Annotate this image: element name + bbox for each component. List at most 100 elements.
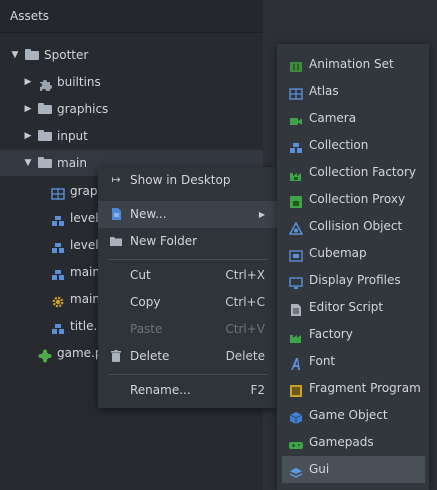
tree-item-label: input [57, 129, 88, 143]
collapse-arrow-icon[interactable]: ▼ [10, 42, 20, 68]
trash-icon [110, 350, 122, 362]
submenu-item-gui[interactable]: Gui [282, 456, 425, 483]
menu-item-label: Show in Desktop [130, 173, 231, 187]
tree-item-label: main [57, 156, 87, 170]
new-submenu: Animation Set Atlas Camera Collection Co… [277, 44, 429, 490]
gamepad-icon [289, 435, 303, 449]
shortcut-label: Ctrl+C [225, 295, 265, 309]
folder-icon [38, 129, 52, 143]
menu-item-label: Paste [130, 322, 163, 336]
submenu-item-display-profiles[interactable]: Display Profiles [282, 267, 425, 294]
submenu-item-camera[interactable]: Camera [282, 105, 425, 132]
tree-item-spotter[interactable]: ▼ Spotter [0, 42, 263, 68]
expand-arrow-icon[interactable]: ▶ [23, 69, 33, 95]
submenu-item-label: Animation Set [309, 57, 394, 71]
submenu-item-label: Display Profiles [309, 273, 401, 287]
submenu-item-fragment-program[interactable]: Fragment Program [282, 375, 425, 402]
assets-header: Assets [0, 0, 263, 33]
shortcut-label: Delete [225, 349, 265, 363]
tree-item-label: graphics [57, 102, 109, 116]
submenu-item-editor-script[interactable]: Editor Script [282, 294, 425, 321]
menu-item-copy[interactable]: Copy Ctrl+C [98, 289, 277, 316]
submenu-item-label: Fragment Program [309, 381, 421, 395]
puzzle-icon [38, 75, 52, 91]
menu-item-label: Rename... [130, 383, 191, 397]
submenu-item-label: Collision Object [309, 219, 403, 233]
folder-icon [38, 156, 52, 170]
folder-icon [110, 235, 122, 247]
open-external-icon: ↦ [111, 173, 121, 186]
menu-item-show-in-desktop[interactable]: ↦ Show in Desktop [98, 167, 277, 194]
gui-icon [289, 462, 303, 478]
menu-item-cut[interactable]: Cut Ctrl+X [98, 262, 277, 289]
collection-icon [51, 238, 65, 253]
tree-item-label: builtins [57, 75, 101, 89]
tree-item-label: game.p [57, 346, 103, 360]
collision-object-icon [288, 219, 304, 235]
context-menu: ↦ Show in Desktop New... ▶ New Folder Cu… [98, 167, 277, 408]
fragment-program-icon [289, 381, 303, 397]
cubemap-icon [289, 246, 303, 262]
menu-item-label: Copy [130, 295, 161, 309]
tree-item-builtins[interactable]: ▶ builtins [0, 69, 263, 95]
menu-separator [108, 374, 268, 375]
expand-arrow-icon[interactable]: ▶ [23, 123, 33, 149]
collection-factory-icon [289, 165, 303, 181]
folder-icon [38, 102, 52, 116]
submenu-item-cubemap[interactable]: Cubemap [282, 240, 425, 267]
submenu-item-label: Editor Script [309, 300, 384, 314]
collection-icon [289, 138, 303, 153]
tree-item-graphics[interactable]: ▶ graphics [0, 96, 263, 122]
submenu-item-label: Collection Proxy [309, 192, 406, 206]
submenu-item-label: Collection [309, 138, 369, 152]
submenu-item-gamepads[interactable]: Gamepads [282, 429, 425, 456]
game-object-icon [289, 408, 303, 424]
collection-icon [51, 265, 65, 280]
project-icon [38, 346, 52, 363]
submenu-item-label: Cubemap [309, 246, 367, 260]
shortcut-label: Ctrl+X [225, 268, 265, 282]
menu-item-label: New Folder [130, 234, 198, 248]
factory-icon [289, 327, 303, 343]
expand-arrow-icon[interactable]: ▶ [23, 96, 33, 122]
menu-item-label: Delete [130, 349, 170, 363]
submenu-item-atlas[interactable]: Atlas [282, 78, 425, 105]
menu-item-rename[interactable]: Rename... F2 [98, 377, 277, 404]
menu-item-delete[interactable]: Delete Delete [98, 343, 277, 370]
submenu-item-collection-proxy[interactable]: Collection Proxy [282, 186, 425, 213]
submenu-item-game-object[interactable]: Game Object [282, 402, 425, 429]
menu-item-new[interactable]: New... ▶ [98, 201, 277, 228]
menu-item-paste[interactable]: Paste Ctrl+V [98, 316, 277, 343]
collapse-arrow-icon[interactable]: ▼ [23, 150, 33, 176]
submenu-item-label: Collection Factory [309, 165, 417, 179]
animation-set-icon [289, 57, 303, 72]
submenu-item-label: Gamepads [309, 435, 374, 449]
editor-script-icon [289, 300, 303, 316]
atlas-icon [51, 184, 65, 200]
submenu-item-label: Game Object [309, 408, 388, 422]
submenu-item-collection[interactable]: Collection [282, 132, 425, 159]
submenu-item-label: Font [309, 354, 336, 368]
collection-icon [51, 319, 65, 334]
shortcut-label: F2 [250, 383, 265, 397]
submenu-item-label: Camera [309, 111, 357, 125]
submenu-item-label: Factory [309, 327, 353, 341]
panel-title: Assets [10, 9, 50, 23]
font-icon [289, 354, 303, 370]
tree-item-label: Spotter [44, 48, 89, 62]
submenu-item-collision-object[interactable]: Collision Object [282, 213, 425, 240]
submenu-item-label: Atlas [309, 84, 339, 98]
collection-icon [51, 211, 65, 226]
submenu-item-animation-set[interactable]: Animation Set [282, 51, 425, 78]
new-file-icon [110, 208, 122, 220]
gear-icon [51, 292, 65, 308]
submenu-item-label: Gui [309, 462, 330, 476]
atlas-icon [289, 84, 303, 100]
submenu-item-font[interactable]: Font [282, 348, 425, 375]
submenu-item-collection-factory[interactable]: Collection Factory [282, 159, 425, 186]
submenu-item-factory[interactable]: Factory [282, 321, 425, 348]
tree-item-input[interactable]: ▶ input [0, 123, 263, 149]
menu-separator [108, 259, 268, 260]
menu-item-new-folder[interactable]: New Folder [98, 228, 277, 255]
menu-item-label: New... [130, 207, 167, 221]
